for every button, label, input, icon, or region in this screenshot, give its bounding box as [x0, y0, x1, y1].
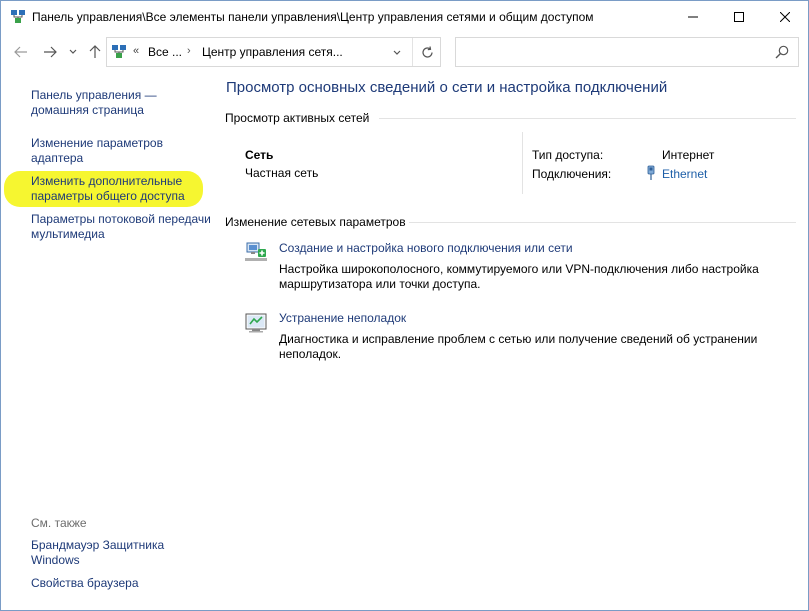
chevron-down-icon — [393, 50, 401, 55]
access-type-label: Тип доступа: — [532, 148, 604, 162]
control-panel-home-link[interactable]: Панель управления — домашняя страница — [31, 88, 211, 118]
recent-locations-button[interactable] — [67, 44, 79, 60]
new-connection-icon — [245, 242, 267, 261]
arrow-right-icon — [44, 46, 57, 58]
vertical-divider — [522, 132, 523, 194]
arrow-left-icon — [14, 46, 27, 58]
firewall-link[interactable]: Брандмауэр Защитника Windows — [31, 538, 211, 568]
network-center-window: Панель управления\Все элементы панели уп… — [0, 0, 809, 611]
left-pane: Панель управления — домашняя страница Из… — [1, 72, 216, 610]
maximize-icon — [734, 11, 744, 22]
search-icon — [775, 45, 789, 59]
change-settings-heading: Изменение сетевых параметров — [225, 215, 406, 229]
title-bar: Панель управления\Все элементы панели уп… — [1, 1, 808, 32]
close-button[interactable] — [762, 1, 808, 32]
new-connection-link[interactable]: Создание и настройка нового подключения … — [279, 241, 573, 255]
window-title: Панель управления\Все элементы панели уп… — [32, 10, 594, 24]
main-pane: Просмотр основных сведений о сети и наст… — [216, 72, 808, 610]
refresh-button[interactable] — [412, 38, 441, 66]
troubleshoot-icon — [245, 313, 267, 333]
search-input[interactable] — [455, 37, 799, 67]
ethernet-link[interactable]: Ethernet — [662, 167, 707, 181]
navigation-bar: « Все ... › Центр управления сетя... — [1, 32, 808, 72]
forward-button[interactable] — [41, 44, 59, 60]
breadcrumb-all-items[interactable]: Все ... — [148, 45, 182, 59]
troubleshoot-description: Диагностика и исправление проблем с сеть… — [279, 332, 758, 361]
section-divider — [379, 118, 796, 119]
internet-options-link[interactable]: Свойства браузера — [31, 576, 211, 591]
advanced-sharing-settings-link[interactable]: Изменить дополнительные параметры общего… — [31, 174, 211, 204]
chevron-down-icon — [69, 49, 77, 54]
refresh-icon — [421, 45, 433, 58]
address-bar[interactable]: « Все ... › Центр управления сетя... — [106, 37, 441, 67]
network-profile: Частная сеть — [245, 166, 319, 180]
change-adapter-settings-link[interactable]: Изменение параметров адаптера — [31, 136, 211, 166]
maximize-button[interactable] — [716, 1, 762, 32]
media-streaming-options-link[interactable]: Параметры потоковой передачи мультимедиа — [31, 212, 211, 242]
minimize-button[interactable] — [670, 1, 716, 32]
network-center-icon — [11, 10, 25, 23]
breadcrumb-network-center[interactable]: Центр управления сетя... — [202, 45, 343, 59]
ethernet-icon — [647, 165, 655, 180]
minimize-icon — [688, 16, 698, 17]
close-icon — [780, 11, 790, 22]
back-button[interactable] — [12, 44, 30, 60]
breadcrumb-overflow[interactable]: « — [133, 45, 139, 57]
breadcrumb-separator[interactable]: › — [187, 45, 191, 57]
section-divider — [409, 222, 796, 223]
new-connection-description: Настройка широкополосного, коммутируемог… — [279, 262, 759, 291]
connections-label: Подключения: — [532, 167, 612, 181]
access-type-value: Интернет — [662, 148, 715, 162]
see-also-heading: См. также — [31, 516, 87, 530]
arrow-up-icon — [89, 45, 101, 58]
network-name: Сеть — [245, 148, 274, 162]
troubleshoot-link[interactable]: Устранение неполадок — [279, 311, 406, 325]
page-title: Просмотр основных сведений о сети и наст… — [226, 79, 668, 96]
active-networks-heading: Просмотр активных сетей — [225, 111, 370, 125]
network-center-icon — [112, 45, 126, 58]
address-dropdown-button[interactable] — [390, 46, 404, 60]
up-button[interactable] — [86, 44, 104, 60]
